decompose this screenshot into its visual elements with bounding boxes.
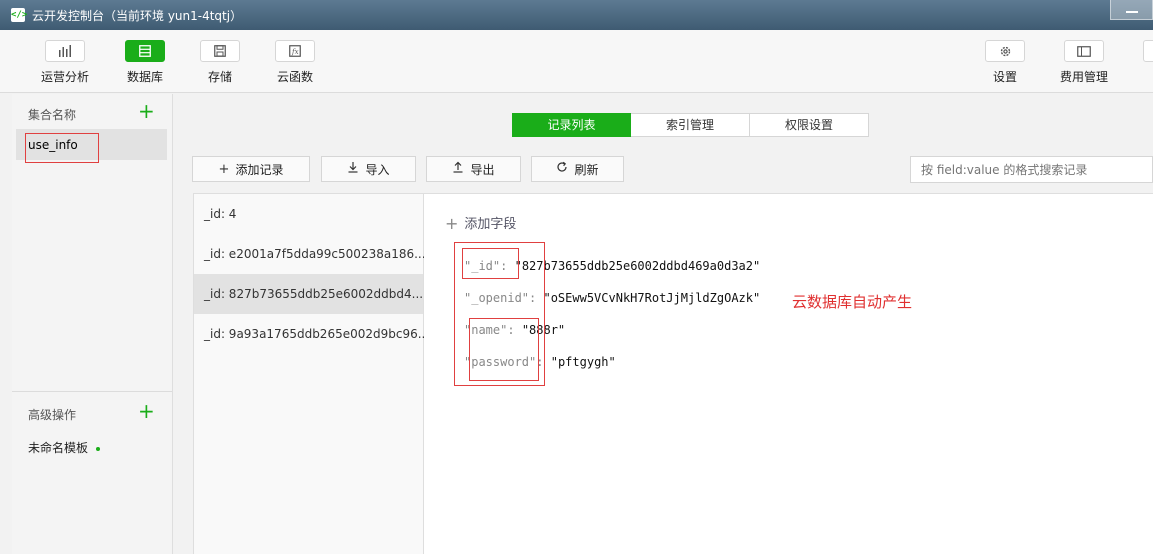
toolbar-analytics-button[interactable]: 运营分析: [30, 40, 100, 85]
refresh-icon: [556, 161, 568, 177]
collections-header-label: 集合名称: [28, 108, 77, 122]
upload-icon: [452, 161, 464, 177]
svg-text:fx: fx: [291, 48, 299, 56]
toolbar-overflow-button[interactable]: [1143, 40, 1153, 62]
toolbar-overflow-icon: [1143, 40, 1153, 62]
records-list: _id: 4 _id: e2001a7f5dda99c500238a186...…: [193, 193, 429, 554]
search-input[interactable]: [910, 156, 1153, 183]
field-row-password[interactable]: "password": "pftgygh": [464, 355, 616, 369]
record-item-label: _id: e2001a7f5dda99c500238a186...: [204, 247, 426, 261]
field-value: "827b73655ddb25e6002ddbd469a0d3a2": [514, 259, 761, 273]
field-key: "_id":: [464, 259, 508, 273]
window-title: 云开发控制台（当前环境 yun1-4tqtj）: [32, 9, 243, 23]
field-row-id[interactable]: "_id": "827b73655ddb25e6002ddbd469a0d3a2…: [464, 259, 760, 273]
toolbar-settings-button[interactable]: 设置: [970, 40, 1040, 85]
record-item-selected[interactable]: _id: 827b73655ddb25e6002ddbd4...: [194, 274, 423, 314]
add-record-button[interactable]: + 添加记录: [192, 156, 310, 182]
record-item[interactable]: _id: 9a93a1765ddb265e002d9bc96...: [194, 314, 429, 354]
toolbar-database-button[interactable]: 数据库: [110, 40, 180, 85]
plus-icon: +: [445, 214, 459, 233]
import-button[interactable]: 导入: [321, 156, 416, 182]
sidebar-divider: [12, 391, 172, 392]
toolbar-billing-button[interactable]: 费用管理: [1049, 40, 1119, 85]
toolbar-storage-button[interactable]: 存储: [185, 40, 255, 85]
annotation-text: 云数据库自动产生: [792, 293, 913, 311]
template-item[interactable]: 未命名模板: [28, 439, 101, 456]
download-icon: [347, 161, 359, 177]
collection-item-label: use_info: [28, 138, 78, 152]
template-status-dot: [96, 446, 101, 451]
add-template-button[interactable]: +: [138, 399, 155, 423]
billing-icon: [1064, 40, 1104, 62]
record-item[interactable]: _id: e2001a7f5dda99c500238a186...: [194, 234, 426, 274]
export-label: 导出: [470, 162, 495, 177]
import-label: 导入: [365, 162, 390, 177]
toolbar-cloud-function-button[interactable]: fx 云函数: [260, 40, 330, 85]
field-value: "888r": [521, 323, 566, 337]
field-key: "password":: [464, 355, 544, 369]
field-value: "oSEww5VCvNkH7RotJjMjldZgOAzk": [543, 291, 761, 305]
tab-record-list[interactable]: 记录列表: [512, 113, 631, 137]
gear-icon: [985, 40, 1025, 62]
refresh-button[interactable]: 刷新: [531, 156, 624, 182]
refresh-label: 刷新: [574, 162, 599, 177]
add-collection-button[interactable]: +: [138, 99, 155, 123]
title-bar: </> 云开发控制台（当前环境 yun1-4tqtj）: [0, 0, 1153, 30]
tab-index-management[interactable]: 索引管理: [631, 113, 750, 137]
bar-chart-icon: [45, 40, 85, 62]
template-item-label: 未命名模板: [28, 441, 89, 455]
function-icon: fx: [275, 40, 315, 62]
minimize-icon: [1126, 11, 1138, 13]
toolbar-storage-label: 存储: [207, 70, 232, 84]
record-detail-panel: [424, 193, 1153, 554]
field-row-name[interactable]: "name": "888r": [464, 323, 565, 337]
add-record-label: 添加记录: [235, 162, 284, 177]
export-button[interactable]: 导出: [426, 156, 521, 182]
toolbar-analytics-label: 运营分析: [40, 70, 89, 84]
plus-icon: +: [218, 161, 230, 177]
toolbar-database-label: 数据库: [126, 70, 163, 84]
toolbar-settings-label: 设置: [992, 70, 1017, 84]
record-item-label: _id: 9a93a1765ddb265e002d9bc96...: [204, 327, 430, 341]
tab-permission-settings[interactable]: 权限设置: [750, 113, 869, 137]
field-key: "name":: [464, 323, 515, 337]
app-code-icon: </>: [11, 8, 28, 22]
collection-item[interactable]: use_info: [16, 129, 167, 160]
add-field-label: 添加字段: [464, 217, 517, 232]
field-row-openid[interactable]: "_openid": "oSEww5VCvNkH7RotJjMjldZgOAzk…: [464, 291, 760, 305]
field-value: "pftgygh": [550, 355, 616, 369]
database-icon: [125, 40, 165, 62]
field-key: "_openid":: [464, 291, 537, 305]
view-tabs: 记录列表 索引管理 权限设置: [512, 113, 869, 137]
toolbar-cloud-function-label: 云函数: [276, 70, 313, 84]
record-item-label: _id: 827b73655ddb25e6002ddbd4...: [204, 287, 424, 301]
add-field-button[interactable]: + 添加字段: [445, 213, 516, 233]
storage-icon: [200, 40, 240, 62]
collections-sidebar: 集合名称 + use_info 高级操作 + 未命名模板: [12, 94, 173, 554]
advanced-header: 高级操作 +: [12, 399, 172, 428]
record-item[interactable]: _id: 4: [194, 194, 423, 234]
advanced-header-label: 高级操作: [28, 408, 77, 422]
record-item-label: _id: 4: [204, 207, 237, 221]
collections-header: 集合名称 +: [12, 99, 172, 128]
toolbar-billing-label: 费用管理: [1059, 70, 1108, 84]
main-toolbar: 运营分析 数据库 存储 fx 云函数 设置 费用管理: [0, 30, 1153, 93]
minimize-button[interactable]: [1110, 0, 1153, 20]
